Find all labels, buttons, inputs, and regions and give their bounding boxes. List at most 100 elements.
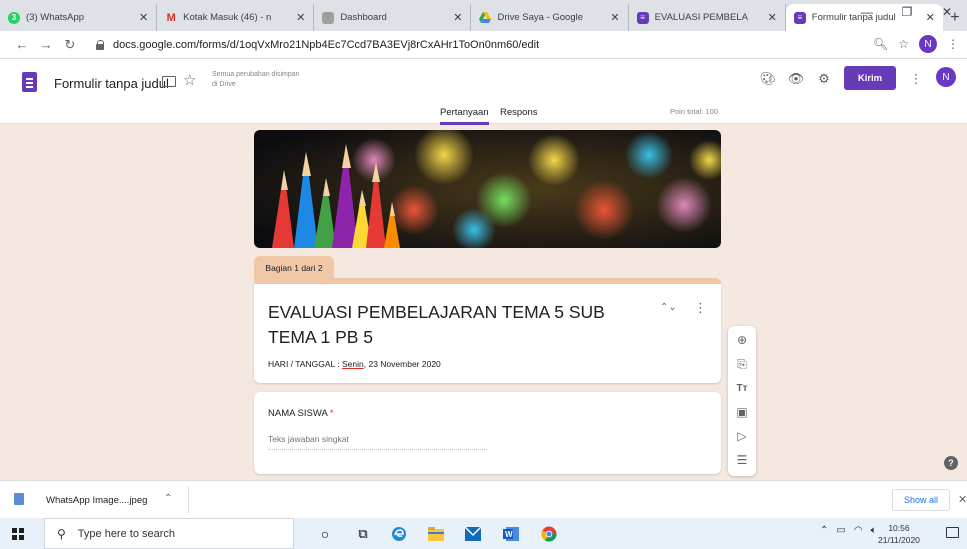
chrome-icon[interactable] [540,525,558,543]
browser-tab-gmail[interactable]: M Kotak Masuk (46) - n ✕ [157,4,315,31]
svg-text:W: W [505,530,513,539]
close-tab-icon[interactable]: ✕ [453,11,462,24]
file-explorer-icon[interactable] [427,525,445,543]
import-questions-icon[interactable]: ⎘ [734,356,750,372]
section-title[interactable]: EVALUASI PEMBELAJARAN TEMA 5 SUB TEMA 1 … [268,300,628,350]
floating-toolbar: ⊕ ⎘ Tт ▣ ▷ ☰ [728,326,756,476]
forms-logo-icon[interactable] [22,72,37,92]
reload-icon[interactable]: ↻ [58,37,82,53]
folder-icon[interactable] [162,76,176,87]
close-downloads-icon[interactable]: ✕ [958,493,967,506]
section-indicator: Bagian 1 dari 2 [254,256,334,280]
add-title-icon[interactable]: Tт [734,380,750,396]
star-icon[interactable]: ☆ [183,71,196,89]
drive-icon [479,12,492,24]
browser-tab-drive[interactable]: Drive Saya - Google ✕ [471,4,629,31]
account-avatar[interactable]: N [936,67,956,87]
taskbar-clock[interactable]: 10:56 21/11/2020 [878,522,920,546]
browser-tab-evaluasi[interactable]: ≡ EVALUASI PEMBELA ✕ [629,4,786,31]
clock-time: 10:56 [888,523,910,533]
word-icon[interactable]: W [502,525,520,543]
edge-icon[interactable] [390,525,408,543]
download-file-name[interactable]: WhatsApp Image....jpeg [46,495,147,506]
section-description[interactable]: HARI / TANGGAL : Senin, 23 November 2020 [268,359,441,369]
back-icon[interactable]: ← [10,37,34,52]
close-tab-icon[interactable]: ✕ [610,11,619,24]
section-menu-icon[interactable]: ⋮ [694,300,707,316]
short-answer-field[interactable]: Teks jawaban singkat [268,434,487,450]
dashboard-icon [322,11,335,24]
tab-title: EVALUASI PEMBELA [654,12,748,23]
window-controls: — ❐ ✕ [847,0,967,24]
close-tab-icon[interactable]: ✕ [139,11,148,24]
address-bar: ← → ↻ docs.google.com/forms/d/1oqVxMro21… [0,31,967,59]
close-window-icon[interactable]: ✕ [927,0,967,24]
form-title[interactable]: Formulir tanpa judul [54,76,169,91]
tab-title: Kotak Masuk (46) - n [183,12,272,23]
more-options-icon[interactable]: ⋮ [906,69,926,89]
taskbar-search[interactable]: ⚲ Type here to search [44,518,294,549]
browser-tab-strip: 3 (3) WhatsApp ✕ M Kotak Masuk (46) - n … [0,0,967,31]
forms-header: Formulir tanpa judul ☆ Semua perubahan d… [0,59,967,125]
question-label-text: NAMA SISWA [268,408,328,419]
restore-icon[interactable]: ❐ [887,0,927,24]
wifi-icon[interactable]: ◠ [854,525,863,536]
help-icon[interactable]: ? [944,456,958,470]
lock-icon [96,40,105,50]
windows-start-icon[interactable] [12,528,24,540]
volume-icon[interactable]: 🔈︎ [871,525,877,536]
forms-icon: ≡ [636,11,649,24]
close-tab-icon[interactable]: ✕ [296,11,305,24]
tab-title: (3) WhatsApp [26,12,85,23]
battery-icon[interactable]: ▭ [836,525,845,536]
clock-date: 21/11/2020 [878,535,920,545]
save-status-line1: Semua perubahan disimpan [212,71,300,78]
notification-icon[interactable] [946,527,959,538]
description-date: , 23 November 2020 [363,359,441,369]
tab-title: Drive Saya - Google [497,12,584,23]
show-hidden-icons-icon[interactable]: ⌃ [820,525,828,536]
browser-tab-dashboard[interactable]: Dashboard ✕ [314,4,472,31]
address-bar-actions: 🔍︎ ☆ N ⋮ [873,35,959,53]
gmail-icon: M [166,11,176,24]
add-image-icon[interactable]: ▣ [734,404,750,420]
tab-responses[interactable]: Respons [500,107,538,118]
question-card[interactable]: NAMA SISWA * Teks jawaban singkat [254,392,721,474]
add-question-icon[interactable]: ⊕ [734,332,750,348]
forms-icon: ≡ [793,11,806,24]
taskbar-search-placeholder: Type here to search [77,527,176,540]
profile-avatar[interactable]: N [919,35,937,53]
description-prefix: HARI / TANGGAL : [268,359,342,369]
settings-gear-icon[interactable]: ⚙ [814,69,834,89]
whatsapp-icon: 3 [8,11,20,24]
url-text: docs.google.com/forms/d/1oqVxMro21Npb4Ec… [113,39,540,51]
minimize-icon[interactable]: — [847,0,887,24]
menu-kebab-icon[interactable]: ⋮ [947,37,959,51]
add-section-icon[interactable]: ☰ [734,452,750,468]
required-asterisk: * [329,408,334,419]
question-label: NAMA SISWA * [268,408,334,419]
bookmark-star-icon[interactable]: ☆ [898,37,909,51]
search-icon: ⚲ [57,526,66,541]
close-tab-icon[interactable]: ✕ [768,11,777,24]
add-video-icon[interactable]: ▷ [734,428,750,444]
url-field[interactable]: docs.google.com/forms/d/1oqVxMro21Npb4Ec… [96,35,916,55]
mail-icon[interactable] [464,525,482,543]
image-file-icon [14,493,24,505]
palette-icon[interactable]: 🎨︎ [758,69,778,89]
section-header-card[interactable]: EVALUASI PEMBELAJARAN TEMA 5 SUB TEMA 1 … [254,278,721,383]
tab-questions[interactable]: Pertanyaan [440,107,489,125]
forward-icon[interactable]: → [34,37,58,52]
task-view-icon[interactable]: ⧉ [354,525,372,543]
divider [188,487,189,513]
zoom-icon[interactable]: 🔍︎ [873,37,888,51]
collapse-icon[interactable]: ⌃⌄ [660,302,677,313]
preview-eye-icon[interactable]: 👁︎ [786,69,806,89]
browser-tab-whatsapp[interactable]: 3 (3) WhatsApp ✕ [0,4,158,31]
cortana-icon[interactable]: ○ [316,525,334,543]
chevron-up-icon[interactable]: ⌃ [164,493,172,504]
send-button[interactable]: Kirim [844,66,896,90]
show-all-button[interactable]: Show all [892,489,950,511]
system-tray: ⌃ ▭ ◠ 🔈︎ [820,525,877,536]
header-banner-image [254,130,721,248]
